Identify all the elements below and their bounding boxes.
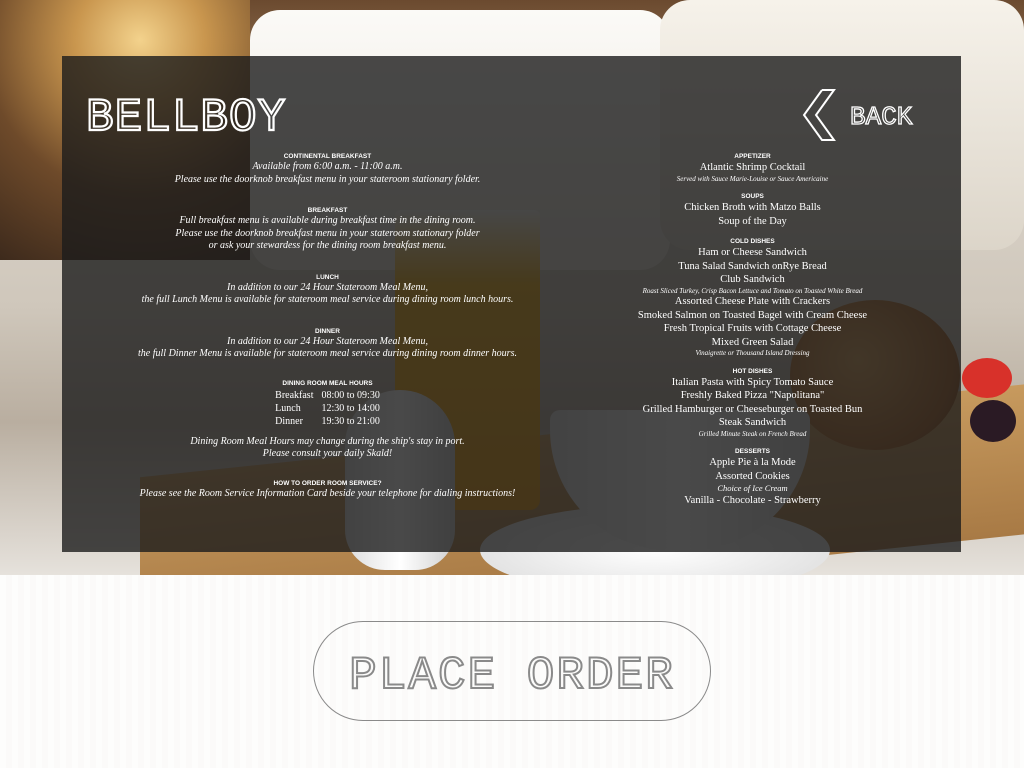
appetizer-heading: APPETIZER [734, 153, 771, 160]
breakfast-heading: BREAKFAST [307, 207, 348, 214]
menu-item[interactable]: Apple Pie à la Mode [605, 456, 900, 470]
info-line: Please see the Room Service Information … [139, 487, 516, 499]
soups-heading: SOUPS [741, 193, 764, 200]
place-order-label: PLACE ORDER [349, 650, 675, 702]
menu-item[interactable]: Italian Pasta with Spicy Tomato Sauce [605, 376, 900, 390]
meal-time: 08:00 to 09:30 [321, 389, 380, 401]
menu-item[interactable]: Freshly Baked Pizza "Napolitana" [605, 389, 900, 403]
hours-note: Dining Room Meal Hours may change during… [190, 435, 465, 447]
back-label: BACK [850, 102, 913, 132]
menu-item[interactable]: Ham or Cheese Sandwich [605, 246, 900, 260]
meal-time: 12:30 to 14:00 [321, 402, 380, 414]
meal-name: Dinner [275, 415, 303, 427]
back-button[interactable]: BACK [800, 88, 925, 143]
menu-item[interactable]: Atlantic Shrimp Cocktail [605, 161, 900, 175]
menu-item[interactable]: Mixed Green Salad [605, 336, 900, 350]
info-line: the full Dinner Menu is available for st… [138, 348, 517, 359]
meal-name: Lunch [275, 402, 301, 414]
info-line: Available from 6:00 a.m. - 11:00 a.m. [252, 161, 403, 172]
lunch-heading: LUNCH [316, 273, 339, 281]
hours-note: Please consult your daily Skald! [262, 448, 393, 459]
desserts-heading: DESSERTS [734, 448, 771, 455]
strawberry [962, 358, 1012, 398]
menu-item-note: Grilled Minute Steak on French Bread [698, 429, 807, 438]
meal-hours-table: Breakfast 08:00 to 09:30 Lunch 12:30 to … [271, 389, 384, 428]
place-order-button[interactable]: PLACE ORDER [313, 621, 711, 721]
menu-item-note: Vinaigrette or Thousand Island Dressing [695, 349, 810, 357]
blackberry [970, 400, 1016, 442]
dinner-heading: DINNER [315, 327, 340, 335]
menu-item[interactable]: Soup of the Day [605, 215, 900, 229]
menu-item[interactable]: Fresh Tropical Fruits with Cottage Chees… [605, 322, 900, 336]
info-line: In addition to our 24 Hour Stateroom Mea… [226, 335, 428, 347]
info-line: In addition to our 24 Hour Stateroom Mea… [226, 281, 428, 293]
meal-time: 19:30 to 21:00 [321, 415, 380, 427]
how-to-order-heading: HOW TO ORDER ROOM SERVICE? [273, 479, 382, 487]
meal-hours-heading: DINING ROOM MEAL HOURS [282, 379, 373, 387]
menu-item[interactable]: Smoked Salmon on Toasted Bagel with Crea… [605, 309, 900, 323]
chevron-left-icon [802, 89, 836, 141]
info-line: or ask your stewardess for the dining ro… [208, 240, 447, 251]
menu-item[interactable]: Vanilla - Chocolate - Strawberry [605, 494, 900, 508]
meal-name: Breakfast [275, 389, 314, 401]
logo-text: BELLBOY [86, 92, 286, 138]
menu-item[interactable]: Chicken Broth with Matzo Balls [605, 201, 900, 215]
info-line: Please use the doorknob breakfast menu i… [175, 227, 480, 239]
menu-items-column: APPETIZER Atlantic Shrimp Cocktail Serve… [605, 152, 900, 508]
menu-item[interactable]: Grilled Hamburger or Cheeseburger on Toa… [605, 403, 900, 417]
info-line: Please use the doorknob breakfast menu i… [174, 173, 481, 185]
service-info-column: CONTINENTAL BREAKFAST Available from 6:0… [120, 152, 535, 500]
menu-item[interactable]: Steak Sandwich [605, 416, 900, 430]
bellboy-logo-graphic: BELLBOY [85, 91, 286, 145]
hot-dishes-heading: HOT DISHES [732, 367, 773, 375]
cold-dishes-heading: COLD DISHES [730, 238, 775, 245]
info-line: Full breakfast menu is available during … [179, 215, 476, 226]
menu-item[interactable]: Assorted Cheese Plate with Crackers [605, 295, 900, 309]
menu-item[interactable]: Club Sandwich [605, 273, 900, 287]
bellboy-logo: BELLBOY [85, 88, 296, 145]
table-row: Breakfast 08:00 to 09:30 [271, 389, 384, 402]
menu-item[interactable]: Assorted Cookies [605, 470, 900, 484]
table-row: Lunch 12:30 to 14:00 [271, 402, 384, 415]
info-line: the full Lunch Menu is available for sta… [141, 294, 514, 305]
continental-breakfast-heading: CONTINENTAL BREAKFAST [283, 153, 372, 160]
menu-item[interactable]: Tuna Salad Sandwich onRye Bread [605, 260, 900, 274]
menu-item-note: Served with Sauce Marie-Louise or Sauce … [676, 174, 829, 183]
table-row: Dinner 19:30 to 21:00 [271, 415, 384, 428]
menu-item-note: Choice of Ice Cream [717, 483, 788, 493]
menu-item-note: Roast Sliced Turkey, Crisp Bacon Lettuce… [642, 286, 863, 295]
